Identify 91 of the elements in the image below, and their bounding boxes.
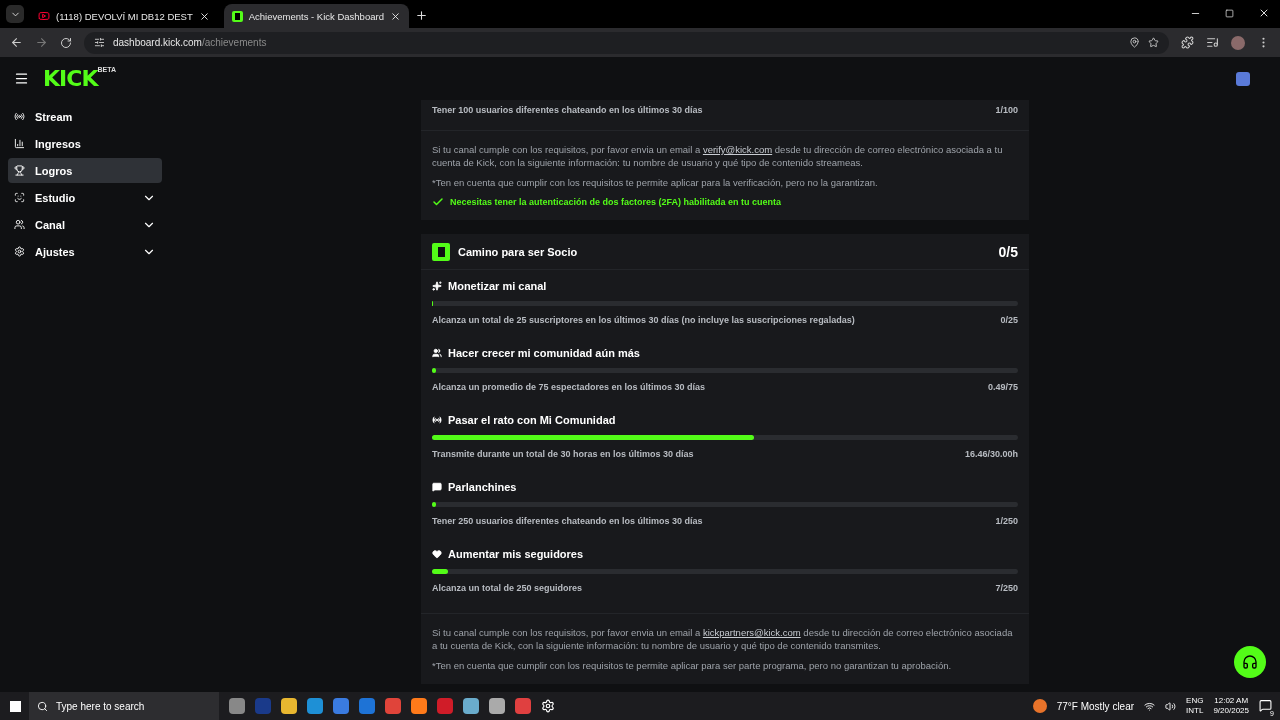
scan-icon [14,192,25,203]
taskbar-app-icon[interactable] [463,698,479,714]
email-link[interactable]: verify@kick.com [702,144,773,155]
language-indicator[interactable]: ENG INTL [1186,696,1204,716]
location-icon[interactable] [1129,37,1140,48]
video-icon [38,10,50,22]
disclaimer: *Ten en cuenta que cumplir con los requisitos te permite aplicar para la verificación, pero no la garantizan. [432,176,879,189]
goal-count: 0.49/75 [987,382,1018,392]
goal-description: Tener 250 usuarios diferentes chateando en los últimos 30 días [432,516,703,526]
browser-tab[interactable]: (1118) DEVOLVÍ MI DB12 DEST [30,4,218,28]
speaker-icon[interactable] [1165,700,1177,712]
goal-description: Transmite durante un total de 30 horas en los últimos 30 días [432,449,694,459]
restore-icon[interactable] [1225,9,1234,18]
media-icon[interactable] [1206,36,1219,49]
sparkle-icon [432,281,442,291]
new-tab-icon[interactable] [414,9,428,22]
sidebar-item[interactable]: Ingresos [8,131,162,156]
close-icon[interactable] [389,10,401,22]
reload-icon[interactable] [60,36,72,49]
goal-title: Aumentar mis seguidores [448,548,584,560]
goal-count: 0/25 [1000,315,1018,325]
email-note: Si tu canal cumple con los requisitos, por favor envia un email a verify@kick.com desde tu dirección de correo electrónico asociada a tu cuenta de Kick, con la siguiente información: tu nombre de usuario y qué tipo de contenido streameas. [432,143,1004,169]
weather-text[interactable]: 77°F Mostly clear [1056,700,1135,712]
requirement-text: Necesitas tener la autenticación de dos factores (2FA) habilitada en tu cuenta [450,197,782,207]
close-icon[interactable] [1258,7,1270,19]
extensions-icon[interactable] [1181,36,1194,49]
goal-count: 16.46/30.00h [964,449,1018,459]
taskbar-search-field[interactable]: Type here to search [29,692,219,720]
tab-search-button[interactable] [6,5,24,23]
headset-icon [1242,654,1258,670]
taskbar-app-icon[interactable] [333,698,349,714]
goal-description: Alcanza un total de 250 seguidores [432,583,583,593]
taskbar-app-icon[interactable] [411,698,427,714]
close-icon[interactable] [198,10,210,22]
bookmark-star-icon[interactable] [1148,37,1159,48]
taskbar-app-icon[interactable] [437,698,453,714]
goal-title: Pasar el rato con Mi Comunidad [448,414,616,426]
goal-description: Tener 100 usuarios diferentes chateando en los últimos 30 días [432,105,703,115]
sidebar-item[interactable]: Estudio [8,185,162,210]
taskbar-app-icon[interactable] [489,698,505,714]
k-logo-icon [432,242,450,261]
goal-count: 7/250 [995,583,1018,593]
broadcast-icon [432,415,442,425]
wifi-icon[interactable] [1144,700,1156,712]
notification-icon[interactable] [1259,698,1272,712]
taskbar-app-icon[interactable] [515,698,531,714]
back-icon[interactable] [10,36,23,49]
bar-chart-icon [14,138,25,149]
clock[interactable]: 12:02 AM 9/20/2025 [1213,696,1249,716]
goal-title: Hacer crecer mi comunidad aún más [448,347,640,359]
goal-description: Alcanza un promedio de 75 espectadores en los últimos 30 días [432,382,706,392]
sidebar-item[interactable]: Stream [8,104,162,129]
menu-icon[interactable] [14,71,29,86]
site-settings-icon[interactable] [94,37,105,48]
people-icon [432,348,442,358]
taskbar-app-icon[interactable] [385,698,401,714]
goal-title: Parlanchines [448,481,517,493]
broadcast-icon [14,111,25,122]
address-bar[interactable]: dashboard.kick.com/achievements [84,31,1169,54]
taskbar-app-icon[interactable] [229,698,245,714]
sidebar-item[interactable]: Canal [8,212,162,237]
goal-title: Monetizar mi canal [448,280,547,292]
disclaimer: *Ten en cuenta que cumplir con los requisitos te permite aplicar para ser parte programa, pero no garantizan tu aprobación. [432,659,953,672]
chat-bubble-icon [432,482,442,492]
section-title: Camino para ser Socio [458,245,579,258]
search-icon [37,700,48,712]
settings-icon [14,246,25,257]
taskbar-app-icon[interactable] [359,698,375,714]
settings-icon[interactable] [541,699,555,713]
forward-icon[interactable] [35,36,48,49]
sidebar-item[interactable]: Ajustes [8,239,162,264]
weather-icon [1032,699,1047,713]
people-icon [14,219,25,230]
profile-avatar[interactable] [1231,35,1245,50]
goal-count: 1/100 [995,105,1018,115]
check-icon [432,196,444,208]
section-score: 0/5 [998,243,1018,260]
k-logo-icon [231,10,243,22]
user-avatar[interactable] [1236,71,1250,86]
trophy-icon [14,165,25,176]
goal-description: Alcanza un total de 25 suscriptores en los últimos 30 días (no incluye las suscripciones regaladas) [432,315,855,325]
support-button[interactable] [1234,646,1266,678]
email-link[interactable]: kickpartners@kick.com [702,627,801,638]
taskbar-app-icon[interactable] [307,698,323,714]
heart-icon [432,549,442,559]
browser-tab[interactable]: Achievements - Kick Dashboard [223,4,409,28]
windows-start-icon[interactable] [10,700,21,712]
sidebar-item[interactable]: Logros [8,158,162,183]
goal-count: 1/250 [995,516,1018,526]
taskbar-app-icon[interactable] [281,698,297,714]
email-note: Si tu canal cumple con los requisitos, por favor envia un email a kickpartners@kick.com desde tu dirección de correo electrónico asociada a tu cuenta de Kick, con la siguiente información: tu nombre de usuario y qué tipo de contenido transmites. [432,626,1014,652]
